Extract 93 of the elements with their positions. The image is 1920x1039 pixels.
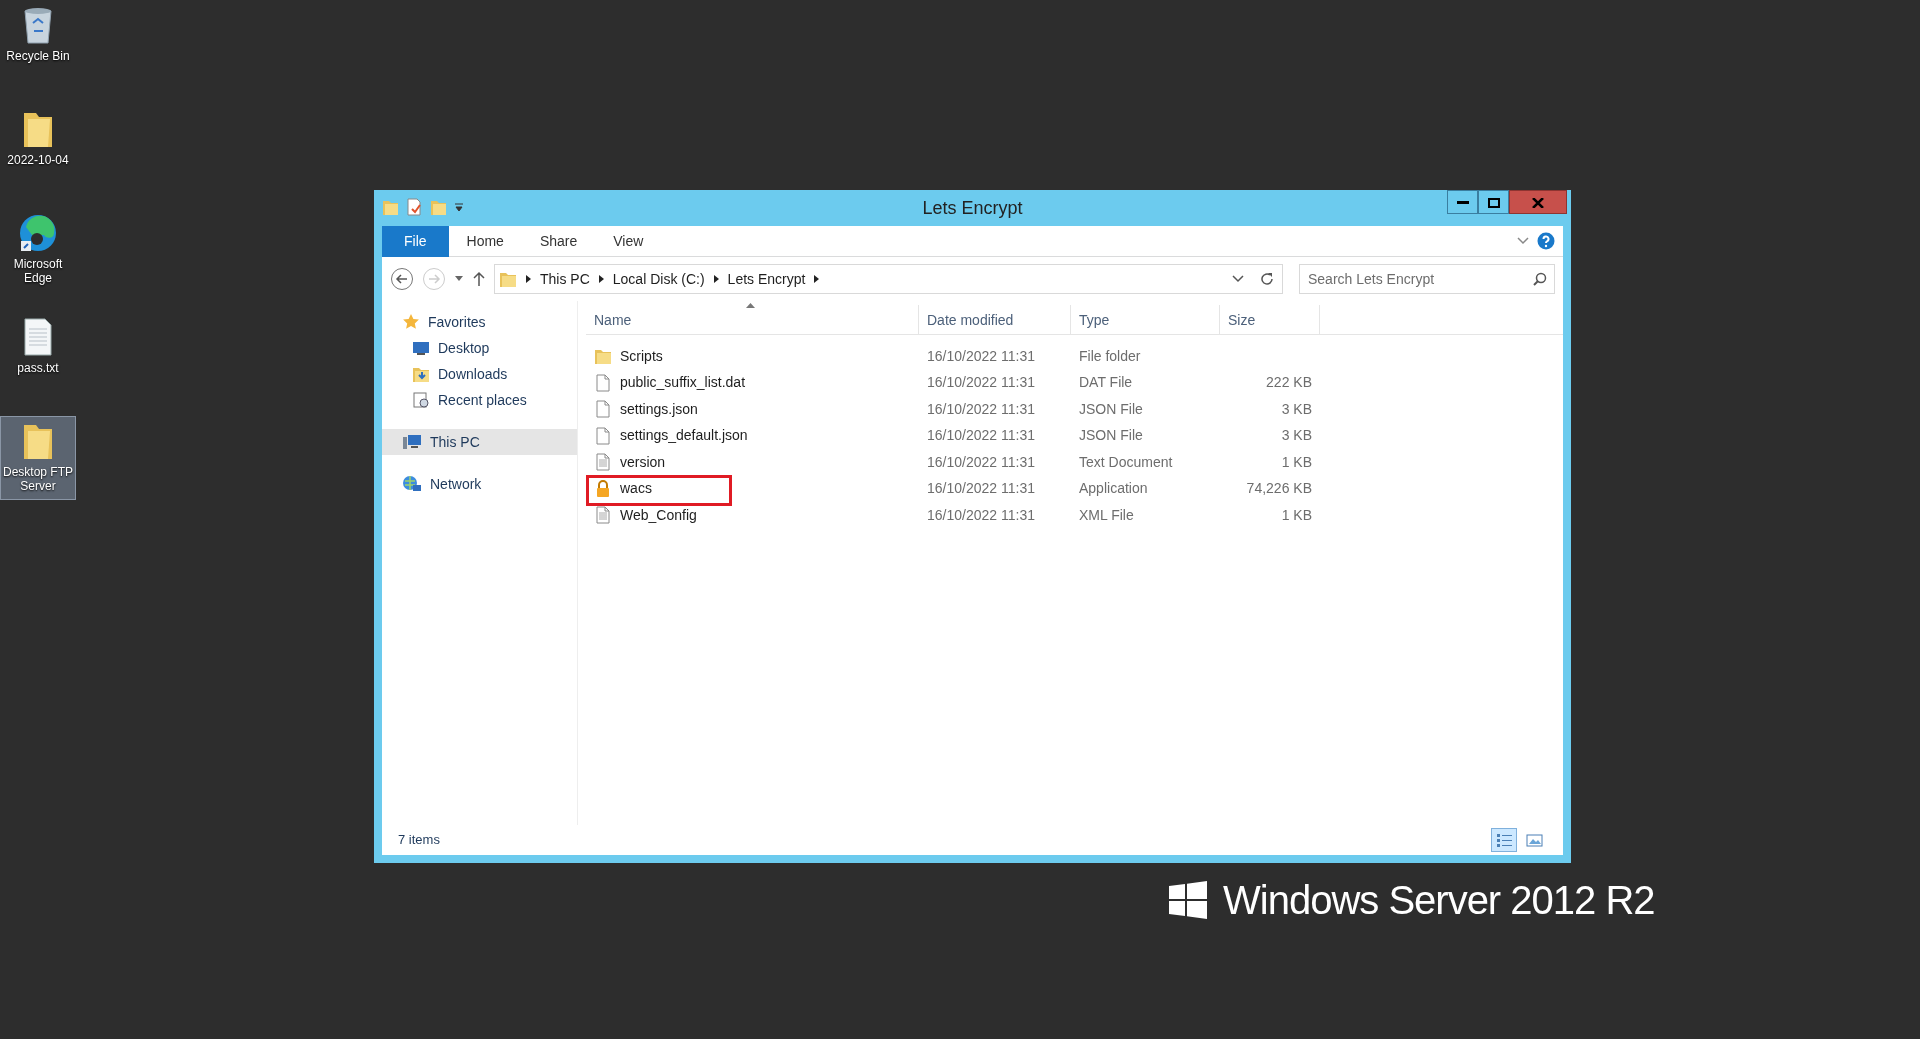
column-header[interactable]: Type: [1071, 305, 1220, 335]
nav-item[interactable]: Desktop: [382, 335, 577, 361]
ribbon-tab[interactable]: View: [595, 225, 662, 257]
chevron-down-icon[interactable]: [1517, 237, 1529, 245]
help-icon[interactable]: [1537, 232, 1555, 250]
item-count: 7 items: [398, 831, 440, 850]
file-name[interactable]: settings_default.json: [620, 425, 748, 447]
maximize-icon: [1487, 197, 1500, 208]
breadcrumb-link[interactable]: Local Disk (C:): [612, 268, 705, 290]
nav-item[interactable]: This PC: [382, 429, 577, 455]
file-size: 3 KB: [1281, 427, 1312, 444]
file-size: 3 KB: [1281, 400, 1312, 417]
windows-logo-icon: [1169, 881, 1207, 919]
sort-arrow-icon: [746, 303, 755, 308]
file-type: JSON File: [1079, 427, 1143, 444]
padlock-icon: [594, 479, 612, 498]
file-icon: [594, 400, 612, 419]
file-size: 1 KB: [1281, 453, 1312, 470]
file-type: Application: [1079, 480, 1148, 497]
list-icon: [1495, 832, 1513, 850]
breadcrumb-link[interactable]: This PC: [540, 268, 590, 290]
search-icon: [1533, 272, 1547, 286]
file-date: 16/10/2022 11:31: [927, 427, 1035, 444]
file-menu-tab[interactable]: File: [382, 225, 449, 257]
nav-item[interactable]: Recent places: [382, 387, 577, 413]
file-type: DAT File: [1079, 374, 1133, 391]
file-icon: [594, 426, 612, 445]
minimize-button[interactable]: [1447, 190, 1478, 214]
file-date: 16/10/2022 11:31: [927, 347, 1035, 364]
desktop-icon[interactable]: Desktop FTP Server: [0, 416, 76, 500]
file-date: 16/10/2022 11:31: [927, 453, 1035, 470]
caret-icon[interactable]: [454, 202, 464, 212]
column-header[interactable]: Date modified: [919, 305, 1071, 335]
file-date: 16/10/2022 11:31: [927, 374, 1035, 391]
file-size: 222 KB: [1266, 374, 1312, 391]
breadcrumb-link[interactable]: Lets Encrypt: [727, 268, 806, 290]
file-name[interactable]: version: [620, 451, 666, 473]
file-name[interactable]: wacs: [620, 478, 652, 500]
refresh-icon[interactable]: [1260, 272, 1274, 286]
close-icon: [1532, 197, 1544, 208]
file-name[interactable]: public_suffix_list.dat: [620, 372, 746, 394]
file-name[interactable]: Web_Config: [620, 504, 697, 526]
nav-item[interactable]: Downloads: [382, 361, 577, 387]
document-check-icon[interactable]: [406, 198, 422, 216]
file-date: 16/10/2022 11:31: [927, 400, 1035, 417]
file-type: XML File: [1079, 506, 1134, 523]
search-field[interactable]: Search Lets Encrypt: [1299, 264, 1555, 294]
swirl-logo-icon: [18, 213, 58, 253]
clock-document-icon: [412, 391, 430, 409]
file-date: 16/10/2022 11:31: [927, 506, 1035, 523]
folder-icon: [499, 270, 517, 288]
file-type: Text Document: [1079, 453, 1173, 470]
ribbon-tab[interactable]: Home: [448, 225, 522, 257]
up-arrow-icon[interactable]: [472, 271, 486, 287]
ribbon-tab[interactable]: Share: [521, 225, 596, 257]
folder-arrow-icon: [412, 365, 430, 383]
chevron-right-icon: [813, 274, 821, 284]
file-name[interactable]: settings.json: [620, 398, 698, 420]
desktop-icon[interactable]: pass.txt: [0, 312, 76, 396]
caret-icon[interactable]: [454, 275, 464, 283]
computer-icon: [402, 433, 422, 451]
minimize-icon: [1456, 201, 1469, 205]
picture-icon: [1525, 832, 1543, 850]
monitor-icon: [412, 339, 430, 357]
address-bar[interactable]: This PC Local Disk (C:) Lets Encrypt: [494, 264, 1283, 294]
file-icon: [594, 373, 612, 392]
file-size: 1 KB: [1281, 506, 1312, 523]
chevron-down-icon[interactable]: [1232, 275, 1244, 283]
file-size: 74,226 KB: [1246, 480, 1312, 497]
file-date: 16/10/2022 11:31: [927, 480, 1035, 497]
file-type: File folder: [1079, 347, 1141, 364]
maximize-button[interactable]: [1478, 190, 1509, 214]
file-name[interactable]: Scripts: [620, 345, 663, 367]
desktop-icon[interactable]: Microsoft Edge: [0, 208, 76, 292]
globe-monitor-icon: [402, 475, 422, 493]
file-type: JSON File: [1079, 400, 1143, 417]
folder-icon: [594, 347, 612, 366]
column-header[interactable]: Size: [1220, 305, 1320, 335]
chevron-right-icon: [597, 274, 605, 284]
nav-item[interactable]: Favorites: [382, 309, 577, 335]
chevron-right-icon: [525, 274, 532, 284]
desktop-icon[interactable]: Recycle Bin: [0, 0, 76, 84]
star-icon: [402, 313, 420, 331]
chevron-right-icon: [712, 274, 720, 284]
text-file-icon: [22, 317, 54, 357]
text-file-icon: [594, 453, 612, 472]
nav-item[interactable]: Network: [382, 471, 577, 497]
details-view-button[interactable]: [1491, 828, 1517, 852]
desktop-icon[interactable]: 2022-10-04: [0, 104, 76, 188]
os-branding-text: Windows Server 2012 R2: [1223, 877, 1655, 924]
text-file-icon: [594, 506, 612, 525]
window-title: Lets Encrypt: [922, 196, 1023, 220]
close-button[interactable]: [1509, 190, 1567, 214]
